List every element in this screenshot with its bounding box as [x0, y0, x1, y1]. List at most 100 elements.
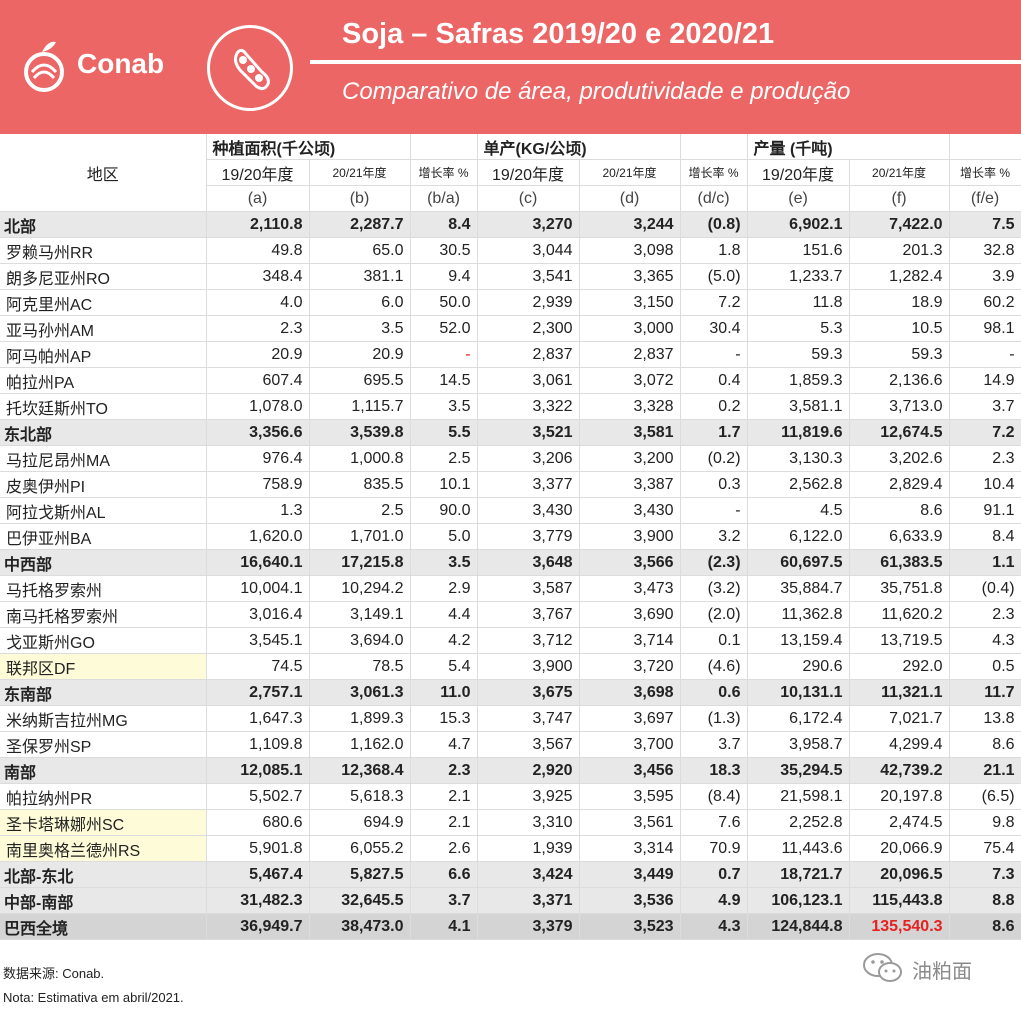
value-cell: 2.3: [949, 445, 1021, 472]
value-cell: 18.9: [849, 289, 950, 316]
cell-value: 3,371: [532, 891, 573, 909]
cell-value: 6.0: [381, 293, 404, 311]
cell-value: 10.1: [439, 475, 471, 493]
cell-value: 3,149.1: [350, 605, 404, 623]
value-cell: 3.7: [949, 393, 1021, 420]
cell-value: 5,502.7: [249, 787, 303, 805]
cell-value: 0.5: [992, 657, 1015, 675]
cell-value: 3,698: [633, 683, 674, 701]
value-cell: (2.3): [680, 549, 748, 576]
page-subtitle: Comparativo de área, produtividade e pro…: [342, 78, 851, 105]
cell-value: 78.5: [372, 657, 404, 675]
value-cell: 3,244: [579, 211, 681, 238]
region-name: 米纳斯吉拉州MG: [0, 705, 207, 732]
value-cell: 7.5: [949, 211, 1021, 238]
value-cell: 2.5: [410, 445, 478, 472]
cell-value: 13,719.5: [880, 631, 943, 649]
sub-header: 20/21年度: [309, 159, 411, 186]
value-cell: 15.3: [410, 705, 478, 732]
region-name: 皮奥伊州PI: [0, 471, 207, 498]
cell-value: -: [735, 345, 741, 363]
value-cell: 3,150: [579, 289, 681, 316]
table-row: 中西部 16,640.1 17,215.8 3.5 3,648 3,566 (2.3) 60,…: [0, 549, 1021, 576]
value-cell: 10.5: [849, 315, 950, 342]
value-cell: 3,712: [477, 627, 580, 654]
value-cell: 14.9: [949, 367, 1021, 394]
cell-value: 4.3: [992, 631, 1015, 649]
region-name: 南里奥格兰德州RS: [0, 835, 207, 862]
cell-value: 348.4: [262, 267, 303, 285]
cell-value: 3,713.0: [889, 397, 943, 415]
value-cell: 78.5: [309, 653, 411, 680]
value-cell: 4.3: [680, 913, 748, 940]
value-cell: 9.4: [410, 263, 478, 290]
value-cell: 3,449: [579, 861, 681, 888]
region-name: 马托格罗索州: [0, 575, 207, 602]
cell-value: 3,098: [633, 241, 674, 259]
value-cell: 695.5: [309, 367, 411, 394]
cell-value: 14.9: [983, 371, 1015, 389]
cell-value: 20.9: [372, 345, 404, 363]
value-cell: 11,819.6: [747, 419, 850, 446]
value-cell: 3,473: [579, 575, 681, 602]
value-cell: 135,540.3: [849, 913, 950, 940]
cell-value: 8.8: [992, 891, 1015, 909]
value-cell: 1.3: [206, 497, 310, 524]
cell-value: 20,066.9: [880, 839, 943, 857]
value-cell: 6,633.9: [849, 523, 950, 550]
value-cell: 3,747: [477, 705, 580, 732]
cell-value: 9.8: [992, 813, 1015, 831]
value-cell: 3.7: [410, 887, 478, 914]
empty-header-cell: [680, 134, 748, 160]
cell-value: 11,321.1: [881, 683, 943, 701]
cell-value: 3,779: [532, 527, 573, 545]
cell-value: 1,282.4: [889, 267, 943, 285]
value-cell: 758.9: [206, 471, 310, 498]
cell-value: 18.3: [709, 761, 741, 779]
value-cell: 3.9: [949, 263, 1021, 290]
value-cell: 0.4: [680, 367, 748, 394]
value-cell: 3,587: [477, 575, 580, 602]
value-cell: 1.7: [680, 419, 748, 446]
value-cell: 2,474.5: [849, 809, 950, 836]
cell-value: 11,819.6: [781, 423, 843, 441]
cell-value: (4.6): [707, 657, 741, 675]
value-cell: (0.8): [680, 211, 748, 238]
value-cell: 3,072: [579, 367, 681, 394]
cell-value: 36,949.7: [240, 917, 303, 935]
cell-value: 3,377: [532, 475, 573, 493]
cell-value: (5.0): [707, 267, 741, 285]
cell-value: 74.5: [271, 657, 303, 675]
cell-value: 1.7: [718, 423, 741, 441]
value-cell: 0.5: [949, 653, 1021, 680]
cell-value: 3,536: [633, 891, 674, 909]
cell-value: 1.3: [280, 501, 303, 519]
value-cell: 13,719.5: [849, 627, 950, 654]
cell-value: 3,694.0: [350, 631, 404, 649]
cell-value: 32.8: [983, 241, 1015, 259]
value-cell: 2,252.8: [747, 809, 850, 836]
cell-value: 3,379: [532, 917, 573, 935]
cell-value: (0.8): [707, 215, 741, 233]
value-cell: 50.0: [410, 289, 478, 316]
cell-value: 5,467.4: [249, 865, 303, 883]
brand-name: Conab: [77, 48, 165, 79]
value-cell: 151.6: [747, 237, 850, 264]
sub-header: 19/20年度: [206, 159, 310, 186]
cell-value: 1,233.7: [789, 267, 843, 285]
value-cell: 10,131.1: [747, 679, 850, 706]
value-cell: 3,149.1: [309, 601, 411, 628]
value-cell: 2,837: [477, 341, 580, 368]
cell-value: 2,939: [532, 293, 573, 311]
value-cell: 4,299.4: [849, 731, 950, 758]
value-cell: 11.7: [949, 679, 1021, 706]
cell-value: 3,720: [633, 657, 674, 675]
value-cell: -: [949, 341, 1021, 368]
region-name: 亚马孙州AM: [0, 315, 207, 342]
value-cell: 11.8: [747, 289, 850, 316]
value-cell: 8.6: [949, 913, 1021, 940]
cell-value: 90.0: [439, 501, 471, 519]
header-row-groups: 地区 种植面积(千公顷) 单产(KG/公顷) 产量 (千吨): [0, 134, 1021, 212]
value-cell: 3,365: [579, 263, 681, 290]
cell-value: 3,587: [532, 579, 573, 597]
